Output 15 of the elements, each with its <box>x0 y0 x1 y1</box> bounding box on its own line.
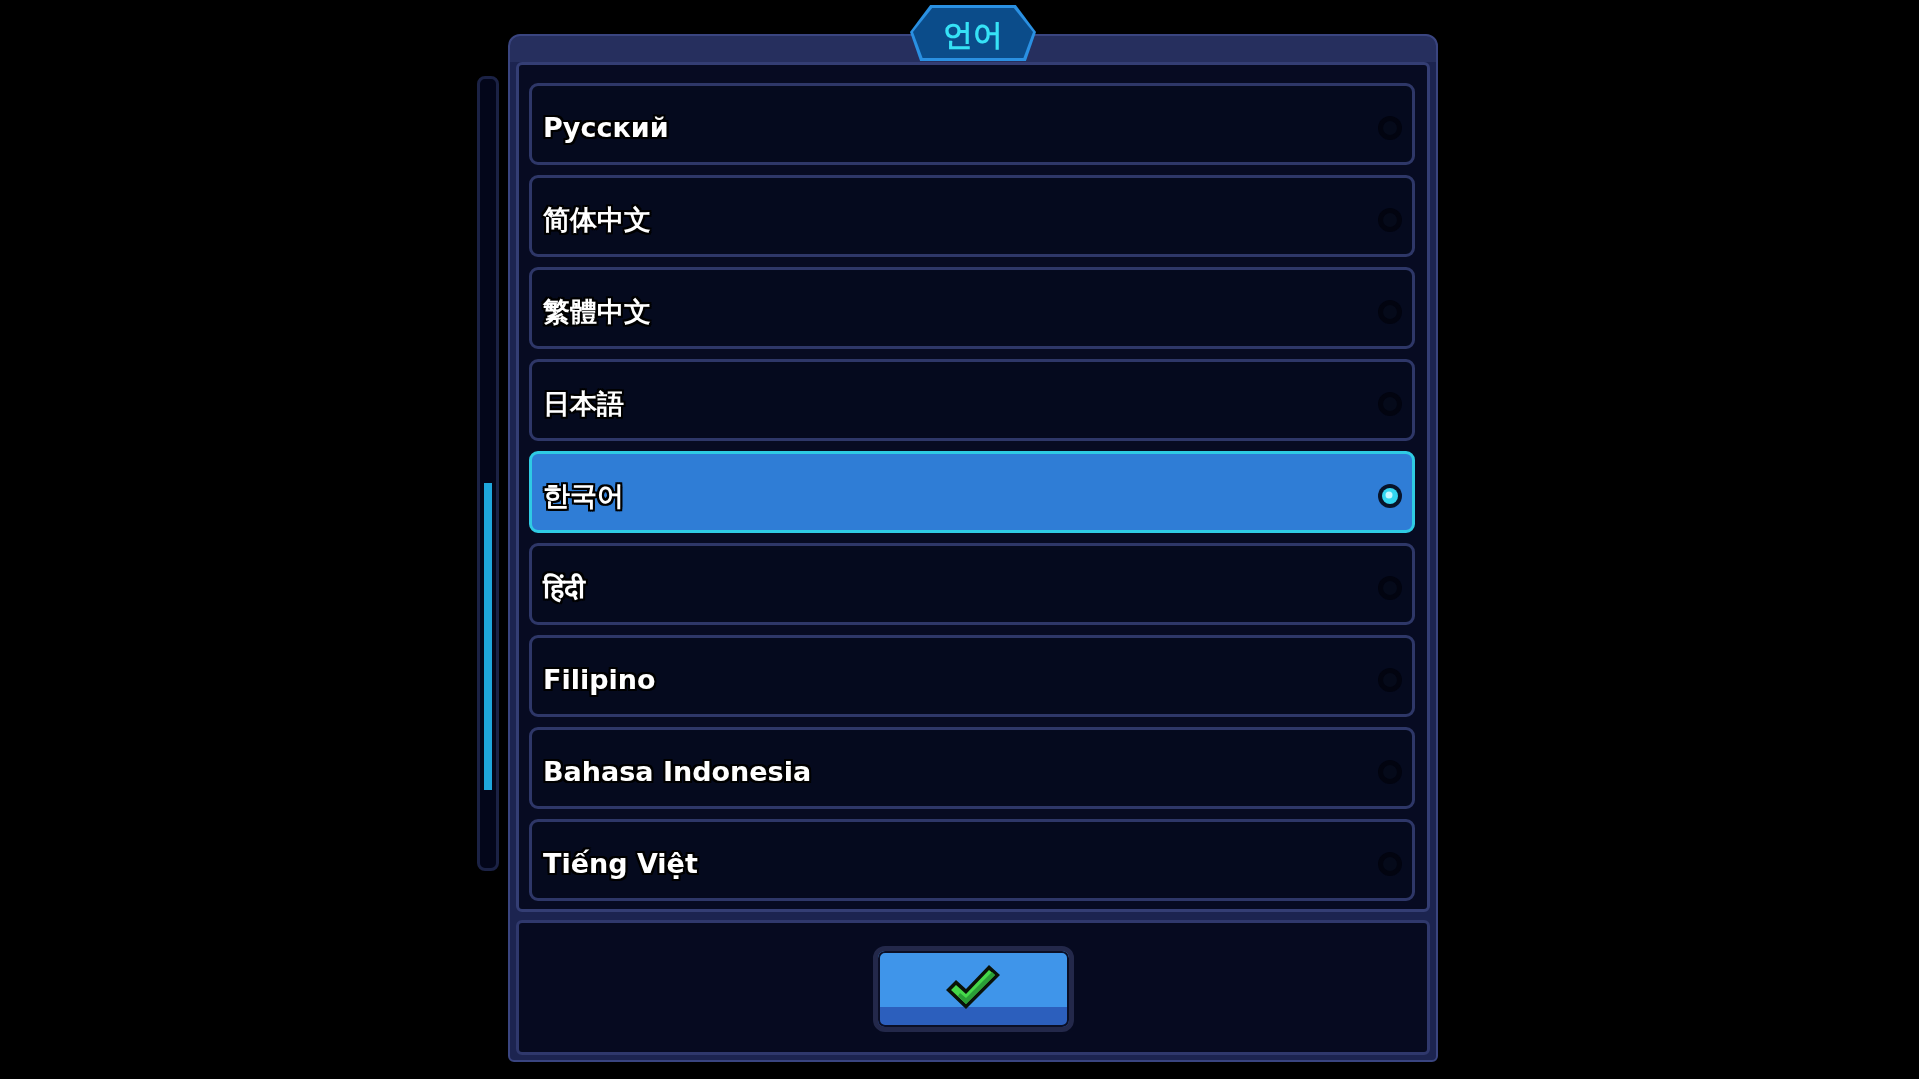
checkmark-icon <box>944 962 1002 1012</box>
language-option[interactable]: 繁體中文 <box>529 267 1415 349</box>
language-option[interactable]: Русский <box>529 83 1415 165</box>
language-option[interactable]: Tiếng Việt <box>529 819 1415 901</box>
language-option[interactable]: 한국어 <box>529 451 1415 533</box>
language-option[interactable]: Filipino <box>529 635 1415 717</box>
dialog-title: 언어 <box>910 5 1036 61</box>
language-option[interactable]: Bahasa Indonesia <box>529 727 1415 809</box>
scrollbar[interactable] <box>477 76 499 871</box>
scrollbar-thumb[interactable] <box>484 483 492 790</box>
confirm-button[interactable] <box>872 946 1074 1032</box>
radio-dot-icon <box>1378 483 1402 508</box>
language-option[interactable]: 简体中文 <box>529 175 1415 257</box>
language-option[interactable]: 日本語 <box>529 359 1415 441</box>
language-option[interactable]: हिंदी <box>529 543 1415 625</box>
